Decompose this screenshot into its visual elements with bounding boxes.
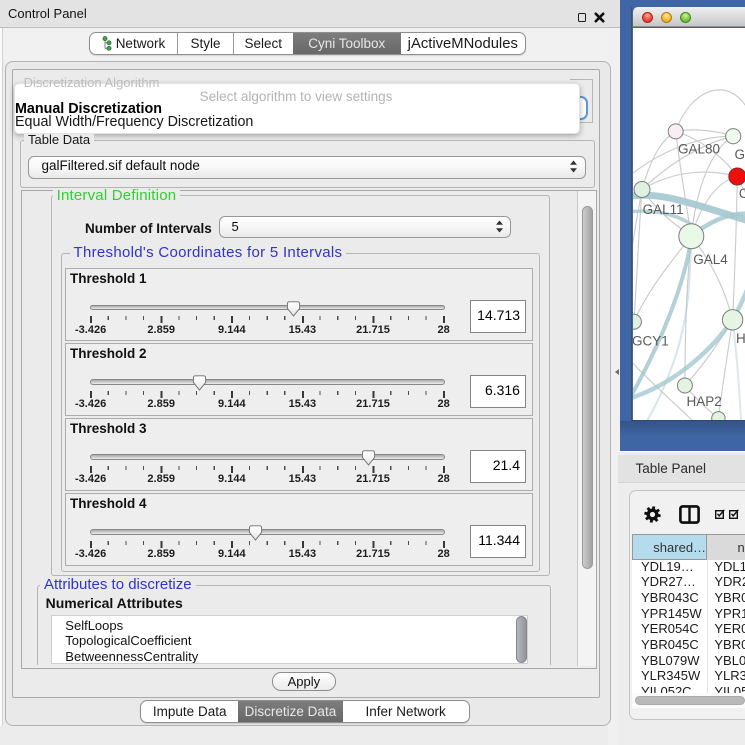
svg-text:GAL11: GAL11 <box>642 202 683 217</box>
svg-text:GAL: GAL <box>734 146 745 161</box>
svg-text:GAL80: GAL80 <box>678 141 720 156</box>
svg-text:H: H <box>736 331 745 346</box>
svg-text:GAL4: GAL4 <box>693 252 728 267</box>
svg-text:HAP2: HAP2 <box>686 394 721 409</box>
svg-text:CR: CR <box>738 186 745 201</box>
svg-text:GCY1: GCY1 <box>633 333 669 348</box>
